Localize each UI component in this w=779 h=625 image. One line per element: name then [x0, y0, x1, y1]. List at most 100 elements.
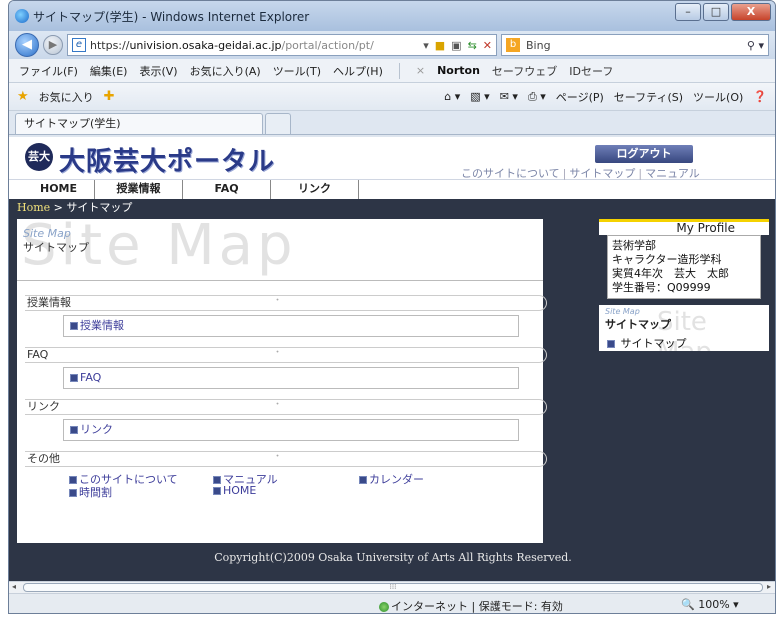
- bullet-icon: [359, 476, 367, 484]
- link-home[interactable]: HOME: [213, 484, 256, 497]
- url-scheme: https://: [90, 38, 130, 52]
- page-menu[interactable]: ページ(P): [556, 89, 604, 105]
- link-class-info[interactable]: 授業情報: [80, 319, 124, 332]
- menu-bar: ファイル(F) 編集(E) 表示(V) お気に入り(A) ツール(T) ヘルプ(…: [9, 59, 775, 83]
- title-bar: サイトマップ(学生) - Windows Internet Explorer –…: [9, 1, 775, 31]
- add-favorite-icon[interactable]: ✚: [104, 89, 115, 104]
- page-viewport: 芸大 大阪芸大ポータル ログアウト このサイトについて | サイトマップ | マニュアル…: [9, 137, 775, 581]
- safety-menu[interactable]: セーフティ(S): [614, 89, 683, 105]
- menu-help[interactable]: ヘルプ(H): [333, 63, 383, 79]
- page-title: Site Map Site Map サイトマップ: [17, 213, 543, 281]
- favorites-star-icon[interactable]: ★: [17, 89, 29, 104]
- window-controls: – □ X: [675, 3, 771, 21]
- manual-link[interactable]: マニュアル: [645, 167, 700, 180]
- menu-favorites[interactable]: お気に入り(A): [190, 63, 261, 79]
- refresh-icon[interactable]: ⇆: [468, 39, 477, 52]
- scrollbar-thumb[interactable]: ⁞⁞⁞: [23, 583, 763, 592]
- search-icon[interactable]: ⚲ ▾: [747, 39, 764, 52]
- section-links: FAQ: [63, 367, 519, 389]
- minimize-button[interactable]: –: [675, 3, 701, 21]
- url-field[interactable]: e https://univision.osaka-geidai.ac.jp/p…: [67, 34, 497, 56]
- scroll-right-icon[interactable]: ▸: [767, 582, 771, 591]
- main-content: Site Map Site Map サイトマップ 授業情報・ 授業情報 FAQ ・…: [17, 213, 547, 543]
- bullet-icon: [70, 322, 78, 330]
- menu-separator: [398, 62, 400, 79]
- bullet-icon: [69, 476, 77, 484]
- search-input[interactable]: b Bing ⚲ ▾: [501, 34, 769, 56]
- nav-faq[interactable]: FAQ: [183, 180, 271, 199]
- tools-menu[interactable]: ツール(O): [693, 89, 743, 105]
- stop-icon[interactable]: ✕: [483, 39, 492, 52]
- window-title: サイトマップ(学生) - Windows Internet Explorer: [33, 9, 310, 24]
- favorites-bar: ★ お気に入り ✚ ⌂ ▾ ▧ ▾ ✉ ▾ ⎙ ▾ ページ(P) セーフティ(S…: [9, 83, 775, 111]
- sidebar-sitemap-link[interactable]: サイトマップ: [607, 335, 687, 351]
- nav-links[interactable]: リンク: [271, 180, 359, 199]
- bullet-icon: [213, 487, 221, 495]
- logo-mark: 芸大: [25, 143, 53, 171]
- section-heading: リンク・: [25, 399, 547, 415]
- zoom-control[interactable]: 🔍 100% ▾: [681, 598, 739, 611]
- site-logo[interactable]: 大阪芸大ポータル: [59, 141, 275, 178]
- bullet-icon: [607, 340, 615, 348]
- tab-bar: サイトマップ(学生): [9, 111, 775, 135]
- home-icon[interactable]: ⌂ ▾: [444, 90, 460, 103]
- forward-button[interactable]: ▶: [43, 35, 63, 55]
- copyright: Copyright(C)2009 Osaka University of Art…: [214, 551, 572, 564]
- profile-student-no: 学生番号：Q09999: [612, 281, 711, 294]
- favorites-button[interactable]: お気に入り: [39, 89, 94, 105]
- page-icon: e: [72, 38, 86, 52]
- menu-edit[interactable]: 編集(E): [90, 63, 128, 79]
- maximize-button[interactable]: □: [703, 3, 729, 21]
- link-faq[interactable]: FAQ: [80, 371, 101, 384]
- ie-icon: [15, 9, 29, 23]
- new-tab-button[interactable]: [265, 113, 291, 134]
- address-bar: ◀ ▶ e https://univision.osaka-geidai.ac.…: [9, 31, 775, 59]
- back-button[interactable]: ◀: [15, 33, 39, 57]
- link-calendar[interactable]: カレンダー: [359, 471, 424, 487]
- dropdown-icon[interactable]: ▾: [423, 39, 429, 52]
- bullet-icon: [213, 476, 221, 484]
- sidebar-title-ja: サイトマップ: [605, 318, 671, 331]
- lock-icon[interactable]: ■: [435, 39, 445, 52]
- sidebar-sitemap: Site Map Site Map サイトマップ サイトマップ: [599, 305, 769, 351]
- idsafe-button[interactable]: IDセーフ: [569, 63, 613, 79]
- nav-class-info[interactable]: 授業情報: [95, 180, 183, 199]
- safeweb-button[interactable]: セーフウェブ: [492, 63, 557, 79]
- sidebar: My Profile 芸術学部 キャラクター造形学科 実質4年次 芸大 太郎 学…: [599, 219, 769, 351]
- search-engine-name: Bing: [526, 38, 551, 52]
- tab-sitemap[interactable]: サイトマップ(学生): [15, 113, 263, 134]
- close-button[interactable]: X: [731, 3, 771, 21]
- url-host: univision.osaka-geidai.ac.jp: [129, 38, 282, 52]
- menu-view[interactable]: 表示(V): [139, 63, 177, 79]
- link-links[interactable]: リンク: [80, 423, 113, 436]
- security-zone[interactable]: インターネット | 保護モード: 有効: [379, 598, 563, 613]
- about-link[interactable]: このサイトについて: [461, 167, 560, 180]
- close-toolbar-icon[interactable]: ×: [416, 64, 425, 77]
- browser-window: サイトマップ(学生) - Windows Internet Explorer –…: [8, 0, 776, 614]
- nav-home[interactable]: HOME: [23, 180, 95, 199]
- menu-tools[interactable]: ツール(T): [273, 63, 321, 79]
- print-icon[interactable]: ⎙ ▾: [528, 90, 546, 104]
- help-icon[interactable]: ❓: [753, 90, 767, 103]
- global-nav: HOME 授業情報 FAQ リンク: [9, 179, 775, 199]
- norton-button[interactable]: Norton: [437, 64, 480, 77]
- section-faq: FAQ ・ FAQ: [25, 347, 547, 389]
- section-links-group: リンク・ リンク: [25, 399, 547, 441]
- section-heading: FAQ ・: [25, 347, 547, 363]
- header-links: このサイトについて | サイトマップ | マニュアル: [461, 167, 700, 180]
- feeds-icon[interactable]: ▧ ▾: [470, 90, 489, 103]
- menu-file[interactable]: ファイル(F): [19, 63, 78, 79]
- horizontal-scrollbar[interactable]: ◂ ⁞⁞⁞ ▸: [9, 581, 775, 593]
- mail-icon[interactable]: ✉ ▾: [500, 90, 518, 103]
- status-bar: インターネット | 保護モード: 有効 🔍 100% ▾: [9, 593, 775, 613]
- title-ja: サイトマップ: [23, 241, 89, 254]
- command-bar: ⌂ ▾ ▧ ▾ ✉ ▾ ⎙ ▾ ページ(P) セーフティ(S) ツール(O) ❓: [444, 89, 775, 105]
- scroll-left-icon[interactable]: ◂: [12, 582, 16, 591]
- logout-button[interactable]: ログアウト: [595, 145, 693, 163]
- bullet-icon: [69, 489, 77, 497]
- profile-department: キャラクター造形学科: [612, 253, 722, 266]
- compat-icon[interactable]: ▣: [451, 39, 461, 52]
- bullet-icon: [70, 374, 78, 382]
- link-timetable[interactable]: 時間割: [69, 484, 112, 500]
- sitemap-link[interactable]: サイトマップ: [569, 167, 635, 180]
